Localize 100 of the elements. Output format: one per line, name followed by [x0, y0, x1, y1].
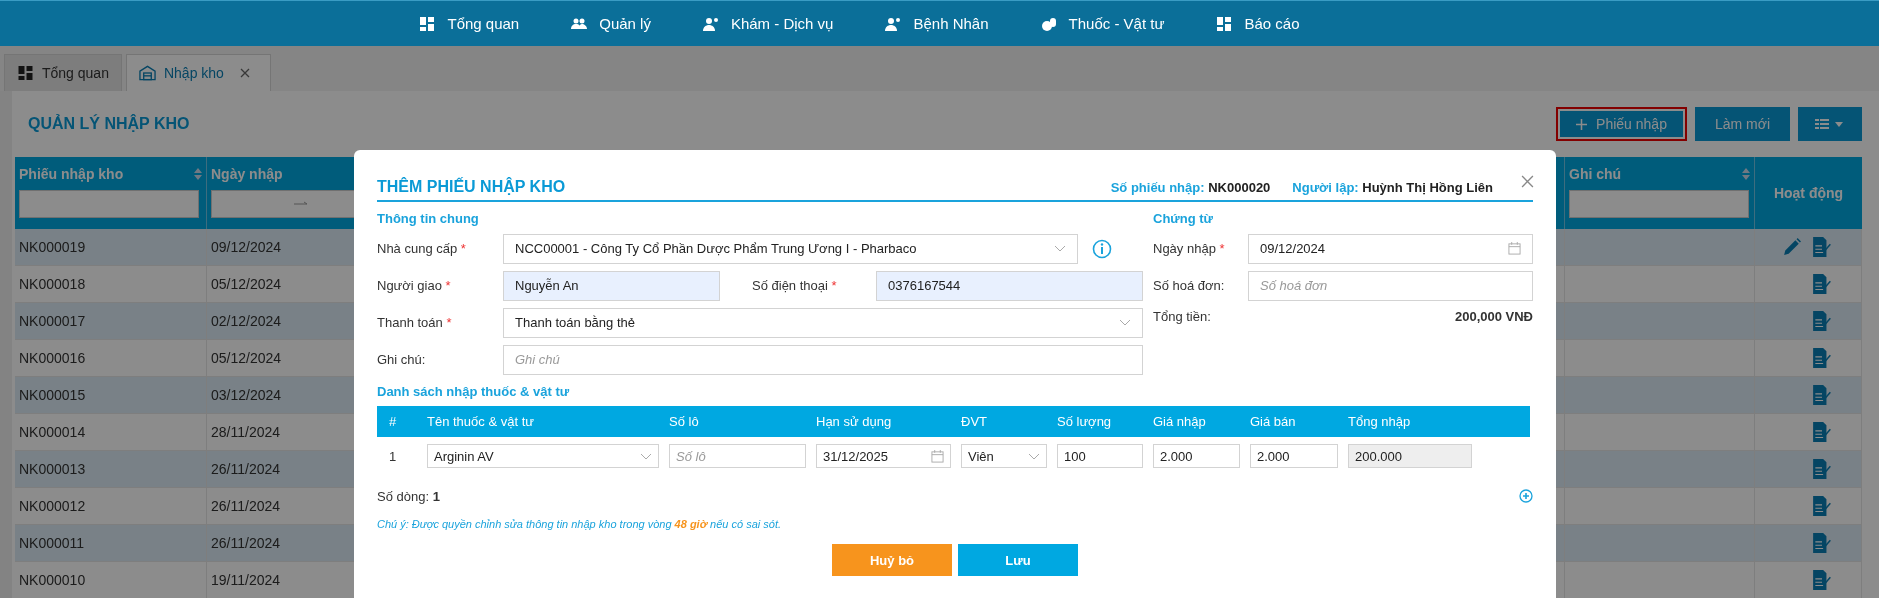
- field-label: Số điện thoại *: [752, 278, 838, 293]
- section-heading: Danh sách nhập thuốc & vật tư: [377, 383, 571, 401]
- field-label: Tổng tiền:: [1153, 308, 1212, 324]
- table-cell: NK000017: [15, 303, 207, 339]
- column-header: Hạn sử dụng: [816, 414, 893, 429]
- column-header: ĐVT: [961, 414, 988, 429]
- list-view-icon: [1815, 118, 1845, 130]
- chevron-down-icon[interactable]: [1028, 452, 1040, 460]
- document-edit-icon[interactable]: [1813, 459, 1831, 479]
- table-cell: NK000010: [15, 562, 207, 598]
- calendar-icon[interactable]: [1508, 242, 1521, 255]
- document-edit-icon[interactable]: [1813, 533, 1831, 553]
- payment-select[interactable]: Thanh toán bằng thẻ: [503, 307, 1143, 338]
- document-edit-icon[interactable]: [1813, 348, 1831, 368]
- filter-field[interactable]: [19, 190, 199, 218]
- field-label: Ngày nhập *: [1153, 241, 1226, 256]
- field-label: Số hoá đơn:: [1153, 278, 1226, 293]
- field-label: Thanh toán *: [377, 315, 453, 330]
- column-header: Giá nhập: [1153, 414, 1207, 429]
- view-menu-button[interactable]: [1798, 107, 1862, 141]
- nav-item[interactable]: Khám - Dịch vụ: [702, 15, 834, 32]
- close-icon[interactable]: [239, 68, 250, 78]
- table-cell: NK000013: [15, 451, 207, 487]
- dashboard-icon: [17, 65, 34, 81]
- chevron-down-icon[interactable]: [640, 452, 652, 460]
- nav-item[interactable]: Tổng quan: [419, 15, 520, 32]
- column-header: Phiếu nhập kho: [19, 166, 124, 182]
- row-number: 1: [388, 448, 398, 464]
- plus-icon: [1576, 118, 1588, 130]
- field-label: Ghi chú:: [377, 352, 427, 367]
- column-header: Hoạt động: [1773, 185, 1844, 201]
- quantity-field[interactable]: 100: [1057, 444, 1143, 468]
- document-edit-icon[interactable]: [1813, 570, 1831, 590]
- total-amount: 200,000 VNĐ: [1454, 308, 1533, 324]
- section-heading: Chứng từ: [1153, 210, 1214, 228]
- tab[interactable]: Nhập kho: [125, 54, 271, 91]
- sort-icon[interactable]: [1742, 168, 1750, 180]
- chevron-down-icon[interactable]: [1054, 245, 1066, 252]
- nav-item[interactable]: Bệnh Nhân: [885, 15, 989, 32]
- table-cell: NK000016: [15, 340, 207, 376]
- pencil-icon[interactable]: [1783, 237, 1801, 257]
- column-header: Giá bán: [1250, 414, 1297, 429]
- document-edit-icon[interactable]: [1813, 311, 1831, 331]
- document-edit-icon[interactable]: [1813, 496, 1831, 516]
- nav-item[interactable]: Thuốc - Vật tư: [1040, 15, 1165, 32]
- document-edit-icon[interactable]: [1813, 385, 1831, 405]
- info-icon[interactable]: [1092, 238, 1112, 259]
- dialog-title: THÊM PHIẾU NHẬP KHO: [377, 178, 566, 196]
- cost-price-field[interactable]: 2.000: [1153, 444, 1240, 468]
- note-field[interactable]: Ghi chú: [503, 344, 1143, 375]
- column-header: Số lô: [669, 414, 700, 429]
- arrow-icon: [294, 201, 308, 207]
- dashboard-icon: [419, 15, 436, 32]
- nav-item[interactable]: Báo cáo: [1216, 15, 1300, 32]
- table-cell: NK000015: [15, 377, 207, 413]
- unit-select[interactable]: Viên: [961, 444, 1047, 468]
- person-icon: [702, 15, 719, 32]
- table-cell: NK000012: [15, 488, 207, 524]
- close-icon[interactable]: [1521, 175, 1534, 188]
- deliverer-field[interactable]: Nguyễn An: [503, 270, 720, 301]
- dashboard-icon: [1216, 15, 1233, 32]
- creator-name: Người lập: Huỳnh Thị Hồng Liên: [1292, 180, 1493, 196]
- sort-icon[interactable]: [194, 168, 202, 180]
- nav-item[interactable]: Quản lý: [571, 15, 651, 32]
- pills-icon: [1040, 15, 1057, 32]
- table-cell: NK000018: [15, 266, 207, 302]
- document-edit-icon[interactable]: [1813, 274, 1831, 294]
- supplier-select[interactable]: NCC00001 - Công Ty Cổ Phần Dược Phẩm Trung Ương I - Pharbaco: [503, 233, 1078, 264]
- page-title: QUẢN LÝ NHẬP KHO: [28, 115, 190, 133]
- column-header: Tên thuốc & vật tư: [427, 414, 535, 429]
- tab[interactable]: Tổng quan: [4, 54, 122, 91]
- lot-field[interactable]: Số lô: [669, 444, 806, 468]
- table-cell: NK000011: [15, 525, 207, 561]
- receipt-number: Số phiếu nhập: NK000020: [1110, 180, 1271, 196]
- person-icon: [885, 15, 902, 32]
- add-row-icon[interactable]: [1519, 489, 1533, 503]
- column-header: Tổng nhập: [1348, 414, 1412, 429]
- section-heading: Thông tin chung: [377, 210, 480, 228]
- sale-price-field[interactable]: 2.000: [1250, 444, 1338, 468]
- chevron-down-icon[interactable]: [1119, 319, 1131, 326]
- calendar-icon[interactable]: [931, 449, 944, 463]
- table-cell: NK000014: [15, 414, 207, 450]
- expiry-date-field[interactable]: 31/12/2025: [816, 444, 951, 468]
- phone-field[interactable]: 0376167544: [876, 270, 1143, 301]
- column-header: #: [388, 414, 398, 429]
- column-header: Số lượng: [1057, 414, 1113, 429]
- row-count: Số dòng: 1: [377, 488, 440, 504]
- total-field: 200.000: [1348, 444, 1472, 468]
- column-header: Ngày nhập: [211, 166, 283, 182]
- document-edit-icon[interactable]: [1813, 422, 1831, 442]
- date-field[interactable]: 09/12/2024: [1248, 233, 1533, 264]
- document-edit-icon[interactable]: [1813, 237, 1831, 257]
- column-header: Ghi chú: [1569, 166, 1622, 182]
- invoice-field[interactable]: Số hoá đơn: [1248, 270, 1533, 301]
- field-label: Nhà cung cấp *: [377, 241, 467, 256]
- field-label: Người giao *: [377, 278, 452, 293]
- item-select[interactable]: Arginin AV: [427, 444, 659, 468]
- table-cell: NK000019: [15, 229, 207, 265]
- filter-field[interactable]: [1569, 190, 1749, 218]
- warehouse-icon: [138, 65, 156, 81]
